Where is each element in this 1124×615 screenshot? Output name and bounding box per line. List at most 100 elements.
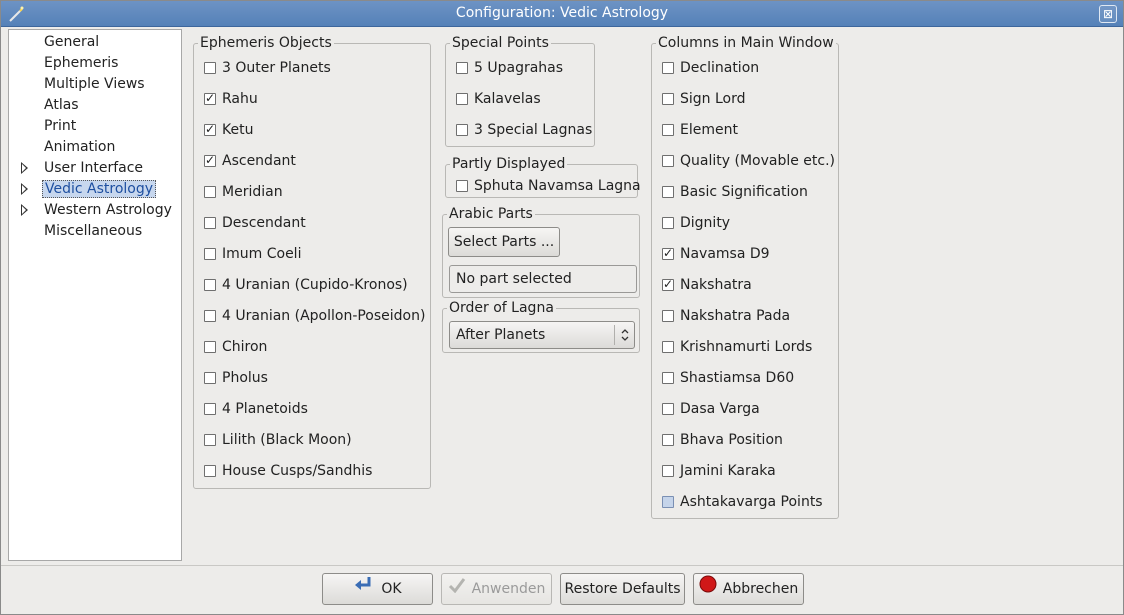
checkbox-box[interactable] [456,93,468,105]
partly-displayed-group: Partly Displayed Sphuta Navamsa Lagna [445,155,641,198]
checkbox-box[interactable] [204,153,216,167]
checkbox-label: Nakshatra [680,277,752,293]
checkbox-box[interactable] [204,217,216,229]
checkbox-box[interactable] [204,310,216,322]
group-title: Partly Displayed [450,155,568,173]
sidebar-item-label: General [44,34,100,50]
apply-label: Anwenden [471,581,546,597]
checkbox-box[interactable] [662,403,674,415]
checkbox-box[interactable] [662,465,674,477]
checkbox-box[interactable] [662,186,674,198]
sidebar-item-label: Animation [44,139,116,155]
restore-defaults-button[interactable]: Restore Defaults [560,573,685,605]
close-button[interactable]: ⊠ [1099,5,1117,23]
checkbox-label: Shastiamsa D60 [680,370,795,386]
checkbox-box[interactable] [662,246,674,260]
checkbox-label: Krishnamurti Lords [680,339,813,355]
group-title: Columns in Main Window [656,34,836,52]
special-points-group: Special Points 5 Upagrahas Kalavelas 3 Spe… [445,34,595,147]
checkbox-box[interactable] [662,434,674,446]
checkbox-box[interactable] [662,277,674,291]
sidebar-item-atlas[interactable]: Atlas [9,95,181,116]
checkbox-label: Declination [680,60,760,76]
checkbox-box[interactable] [204,62,216,74]
sidebar-item-ephemeris[interactable]: Ephemeris [9,53,181,74]
checkbox-box[interactable] [662,217,674,229]
category-tree[interactable]: General Ephemeris Multiple Views Atlas Print… [8,29,182,561]
checkbox-box[interactable] [204,279,216,291]
checkbox-box[interactable] [204,434,216,446]
expand-arrow-icon[interactable] [21,183,28,195]
ok-button[interactable]: OK [322,573,433,605]
checkbox-label: Lilith (Black Moon) [222,432,352,448]
checkbox-label: House Cusps/Sandhis [222,463,373,479]
checkbox-label: Ketu [222,122,254,138]
title-bar[interactable]: Configuration: Vedic Astrology ⊠ [1,1,1123,27]
sidebar-item-label: Print [44,118,77,134]
sidebar-item-label: Multiple Views [44,76,145,92]
checkbox-box[interactable] [662,155,674,167]
selected-parts-field: No part selected [449,265,637,293]
group-title: Ephemeris Objects [198,34,334,52]
config-dialog: Configuration: Vedic Astrology ⊠ General… [0,0,1124,615]
sidebar-item-user-interface[interactable]: User Interface [9,158,181,179]
checkbox-box[interactable] [662,124,674,136]
checkbox-box[interactable] [662,310,674,322]
checkbox-label: 4 Uranian (Apollon-Poseidon) [222,308,426,324]
checkbox-box[interactable] [662,341,674,353]
check-icon [448,574,466,604]
sidebar-item-miscellaneous[interactable]: Miscellaneous [9,221,181,242]
checkbox-label: Chiron [222,339,268,355]
checkbox-label: 4 Planetoids [222,401,308,417]
checkbox-box[interactable] [456,62,468,74]
checkbox-label: Ashtakavarga Points [680,494,823,510]
sidebar-item-general[interactable]: General [9,32,181,53]
select-parts-button[interactable]: Select Parts ... [448,227,560,257]
checkbox-box[interactable] [204,186,216,198]
checkbox-box[interactable] [204,91,216,105]
select-arrows-icon [614,325,634,345]
checkbox-box[interactable] [662,496,674,508]
checkbox-box[interactable] [456,124,468,136]
arabic-parts-group: Arabic Parts Select Parts ... No part se… [442,205,640,298]
checkbox-label: Navamsa D9 [680,246,770,262]
sidebar-item-print[interactable]: Print [9,116,181,137]
checkbox-label: Pholus [222,370,268,386]
columns-group: Columns in Main Window Declination Sign L… [651,34,839,519]
cancel-button[interactable]: Abbrechen [693,573,804,605]
checkbox-label: 4 Uranian (Cupido-Kronos) [222,277,408,293]
checkbox-label: 3 Outer Planets [222,60,331,76]
sidebar-item-western-astrology[interactable]: Western Astrology [9,200,181,221]
expand-arrow-icon[interactable] [21,204,28,216]
checkbox-box[interactable] [662,372,674,384]
lagna-order-select[interactable]: After Planets [449,321,635,349]
checkbox-box[interactable] [204,372,216,384]
checkbox-box[interactable] [204,403,216,415]
stop-icon [699,574,717,604]
checkbox-box[interactable] [204,465,216,477]
expand-arrow-icon[interactable] [21,162,28,174]
checkbox-label: Bhava Position [680,432,783,448]
checkbox-box[interactable] [204,341,216,353]
checkbox-box[interactable] [204,122,216,136]
checkbox-label: Imum Coeli [222,246,302,262]
ephemeris-objects-group: Ephemeris Objects 3 Outer Planets Rahu Ket… [193,34,431,489]
checkbox-label: Rahu [222,91,258,107]
checkbox-box[interactable] [662,93,674,105]
group-title: Special Points [450,34,551,52]
checkbox-label: Sphuta Navamsa Lagna [474,178,641,194]
checkbox-box[interactable] [456,180,468,192]
checkbox-label: 5 Upagrahas [474,60,564,76]
checkbox-box[interactable] [204,248,216,260]
sidebar-item-vedic-astrology[interactable]: Vedic Astrology [9,179,181,200]
checkbox-label: Sign Lord [680,91,746,107]
checkbox-label: Descendant [222,215,306,231]
checkbox-label: Ascendant [222,153,296,169]
checkbox-label: Nakshatra Pada [680,308,791,324]
close-icon: ⊠ [1102,7,1114,21]
apply-button[interactable]: Anwenden [441,573,552,605]
sidebar-item-animation[interactable]: Animation [9,137,181,158]
checkbox-label: 3 Special Lagnas [474,122,593,138]
checkbox-box[interactable] [662,62,674,74]
sidebar-item-multiple-views[interactable]: Multiple Views [9,74,181,95]
